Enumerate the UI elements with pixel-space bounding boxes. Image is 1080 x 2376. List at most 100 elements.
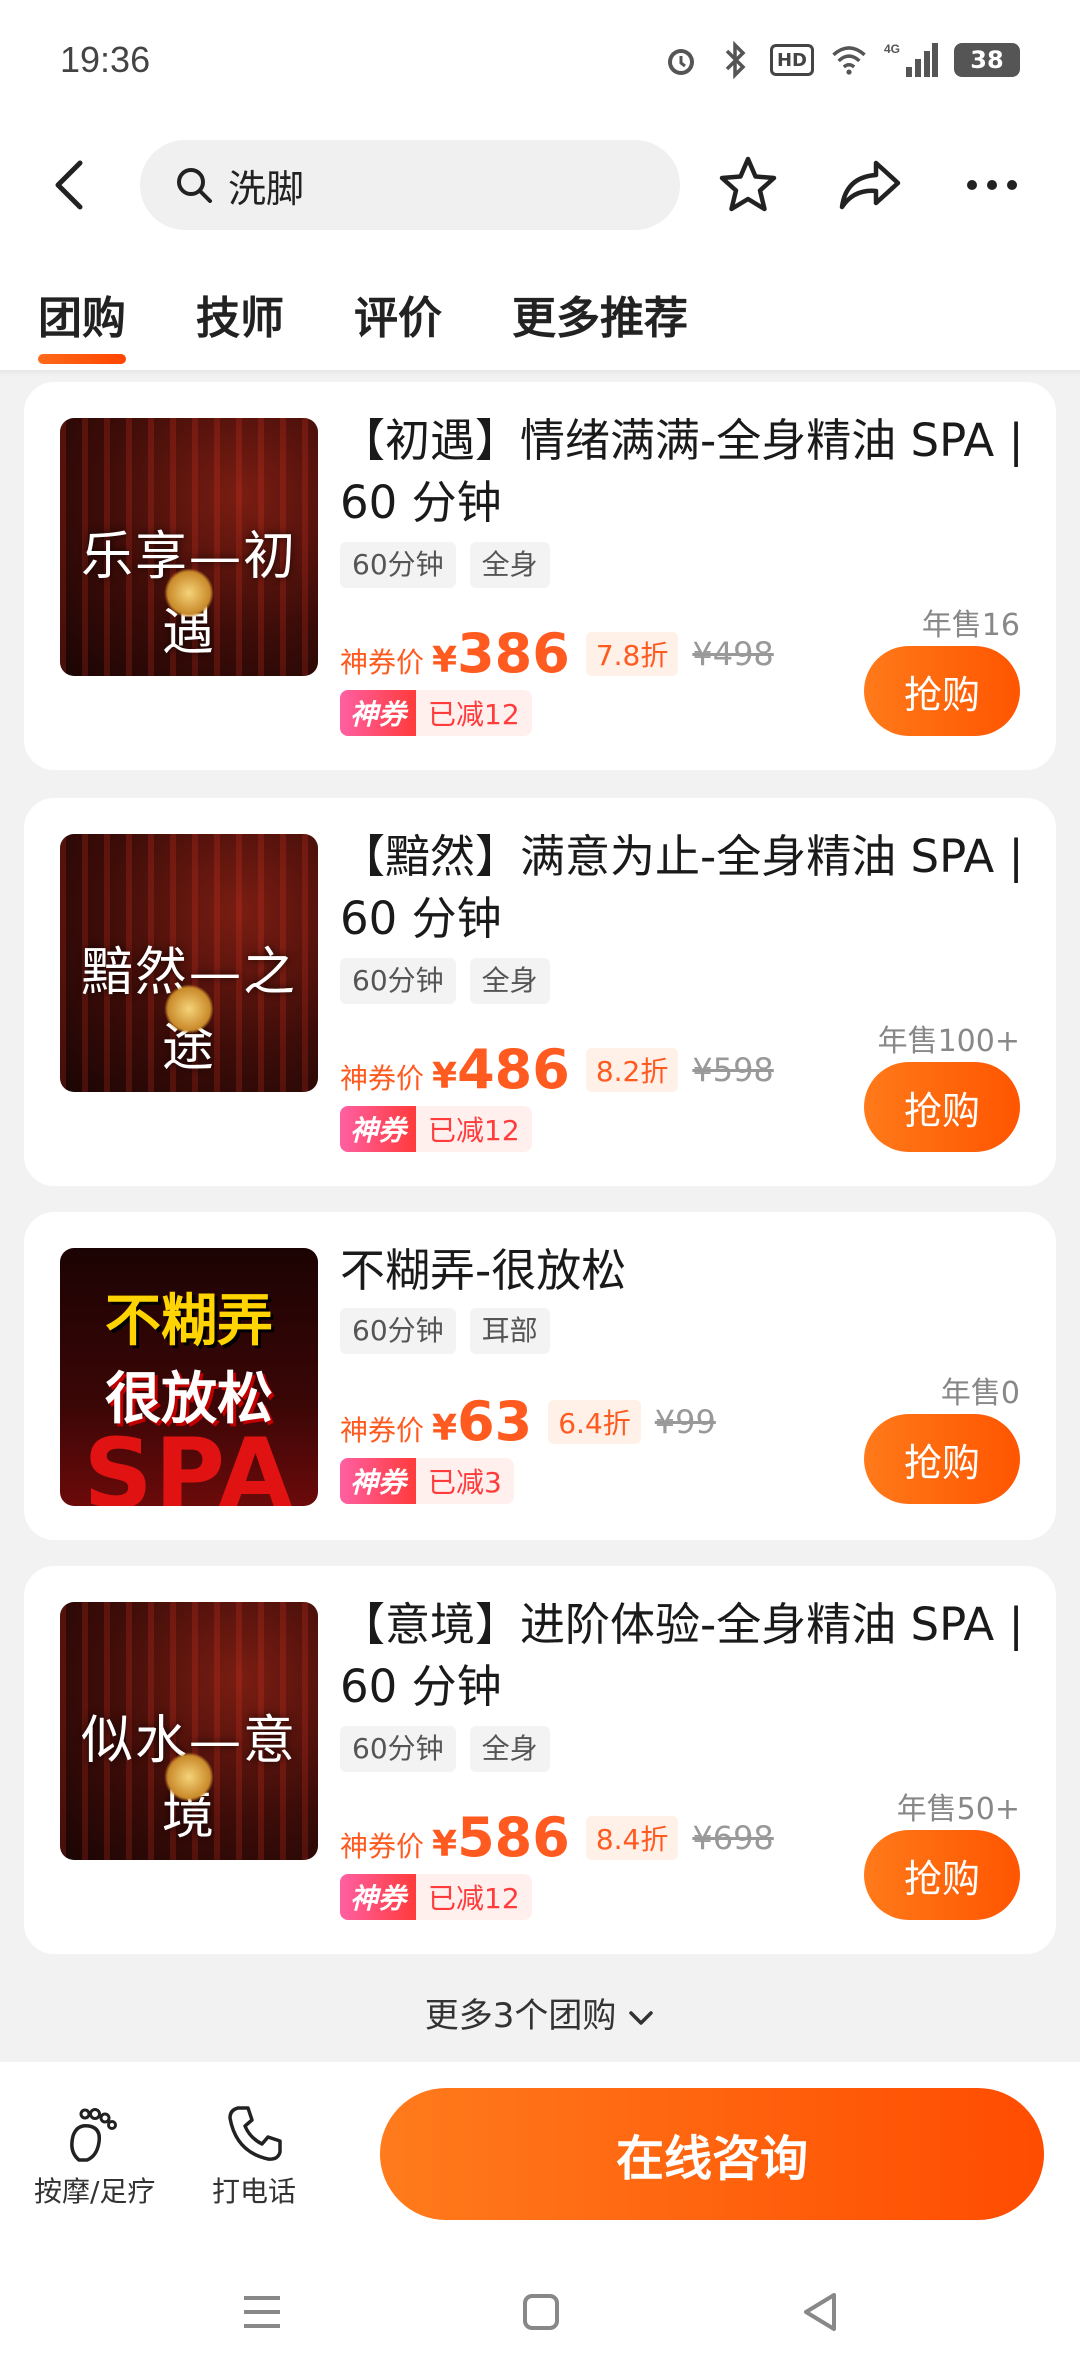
discount-badge: 6.4折 <box>548 1399 641 1444</box>
coupon-savings: 已减3 <box>416 1458 514 1504</box>
discount-badge: 8.2折 <box>585 1047 679 1092</box>
tab-group-buy[interactable]: 团购 <box>38 282 126 364</box>
status-bar: 19:36 HD 4G 38 <box>0 0 1080 120</box>
home-icon[interactable] <box>522 2293 560 2335</box>
back-button[interactable] <box>30 145 110 225</box>
coupon-row: 神券 已减3 <box>340 1458 514 1504</box>
call-button[interactable]: 打电话 <box>212 2102 296 2210</box>
category-button[interactable]: 按摩/足疗 <box>34 2102 155 2210</box>
coupon-badge: 神券 <box>340 1874 417 1920</box>
original-price: ¥598 <box>692 1050 774 1089</box>
coupon-row: 神券 已减12 <box>340 1106 532 1152</box>
price-currency: ¥ <box>432 1056 458 1097</box>
annual-sales: 年售16 <box>921 608 1020 643</box>
annual-sales: 年售0 <box>940 1376 1020 1411</box>
discount-badge: 7.8折 <box>585 631 679 676</box>
tab-more-recommendations[interactable]: 更多推荐 <box>512 282 688 346</box>
more-deals-link[interactable]: 更多3个团购 <box>0 1988 1080 2037</box>
annual-sales: 年售50+ <box>896 1792 1020 1827</box>
coupon-savings: 已减12 <box>416 1106 532 1152</box>
tag-body-part: 全身 <box>469 958 550 1004</box>
deal-thumbnail[interactable]: 不糊弄 很放松 SPA <box>60 1248 318 1506</box>
tabs-divider <box>0 370 1080 376</box>
price-row: 神券价 ¥ 386 7.8折 ¥498 <box>340 622 774 685</box>
price-row: 神券价 ¥ 586 8.4折 ¥698 <box>340 1806 774 1869</box>
deal-thumbnail[interactable]: 乐享—初遇 <box>60 418 318 676</box>
price-label: 神券价 <box>340 1414 425 1447</box>
deal-thumbnail[interactable]: 似水—意境 <box>60 1602 318 1860</box>
tag-body-part: 全身 <box>469 542 550 588</box>
buy-button[interactable]: 抢购 <box>864 1062 1020 1152</box>
thumbnail-text-line-3: SPA <box>83 1418 295 1506</box>
back-arrow-icon <box>55 160 83 210</box>
system-navigation-bar <box>0 2252 1080 2376</box>
deal-title[interactable]: 【初遇】情绪满满-全身精油 SPA | 60 分钟 <box>340 410 1030 534</box>
star-icon <box>719 156 777 212</box>
more-dots-icon <box>967 180 1017 190</box>
discount-badge: 8.4折 <box>585 1815 679 1860</box>
deal-title[interactable]: 不糊弄-很放松 <box>340 1240 1030 1302</box>
status-time: 19:36 <box>60 39 151 80</box>
price-value: 386 <box>457 622 570 685</box>
price-row: 神券价 ¥ 486 8.2折 ¥598 <box>340 1038 774 1101</box>
menu-icon[interactable] <box>242 2294 282 2334</box>
category-label: 按摩/足疗 <box>34 2175 156 2208</box>
section-tabs: 团购 技师 评价 更多推荐 <box>0 250 1080 370</box>
chevron-down-icon <box>629 2010 653 2025</box>
share-icon <box>839 160 901 210</box>
thumbnail-text-line-1: 不糊弄 <box>105 1289 273 1354</box>
price-value: 586 <box>457 1806 570 1869</box>
buy-button[interactable]: 抢购 <box>864 1830 1020 1920</box>
coupon-row: 神券 已减12 <box>340 1874 532 1920</box>
price-currency: ¥ <box>432 640 458 681</box>
search-icon <box>177 168 212 203</box>
price-label: 神券价 <box>340 1830 425 1863</box>
search-input[interactable]: 洗脚 <box>140 140 680 230</box>
deal-card[interactable]: 不糊弄 很放松 SPA 不糊弄-很放松 60分钟 耳部 神券价 ¥ 63 6.4… <box>24 1212 1056 1540</box>
deal-card[interactable]: 黯然—之途 【黯然】满意为止-全身精油 SPA | 60 分钟 60分钟 全身 … <box>24 798 1056 1186</box>
deal-title[interactable]: 【意境】进阶体验-全身精油 SPA | 60 分钟 <box>340 1594 1030 1718</box>
deal-card[interactable]: 乐享—初遇 【初遇】情绪满满-全身精油 SPA | 60 分钟 60分钟 全身 … <box>24 382 1056 770</box>
flower-decoration <box>164 984 214 1034</box>
tab-technicians[interactable]: 技师 <box>196 282 284 346</box>
original-price: ¥99 <box>654 1402 716 1441</box>
top-nav: 洗脚 <box>0 120 1080 250</box>
coupon-row: 神券 已减12 <box>340 690 532 736</box>
tag-duration: 60分钟 <box>340 1726 456 1772</box>
coupon-savings: 已减12 <box>416 1874 532 1920</box>
phone-icon <box>228 2106 282 2161</box>
more-options-button[interactable] <box>954 147 1030 223</box>
annual-sales: 年售100+ <box>877 1024 1020 1059</box>
original-price: ¥498 <box>692 634 774 673</box>
flower-decoration <box>164 568 214 618</box>
more-deals-label: 更多3个团购 <box>424 1996 617 2036</box>
buy-button[interactable]: 抢购 <box>864 646 1020 736</box>
tab-reviews[interactable]: 评价 <box>354 282 442 346</box>
deal-tags: 60分钟 全身 <box>340 958 550 1004</box>
share-button[interactable] <box>832 147 908 223</box>
tag-body-part: 耳部 <box>469 1308 550 1354</box>
price-row: 神券价 ¥ 63 6.4折 ¥99 <box>340 1390 716 1453</box>
hd-badge: HD <box>769 44 814 76</box>
search-query: 洗脚 <box>228 166 305 211</box>
nav-actions <box>710 147 1050 223</box>
deal-thumbnail[interactable]: 黯然—之途 <box>60 834 318 1092</box>
deal-tags: 60分钟 全身 <box>340 542 550 588</box>
flower-decoration <box>164 1752 214 1802</box>
price-currency: ¥ <box>432 1824 458 1865</box>
battery-indicator: 38 <box>954 43 1020 77</box>
buy-button[interactable]: 抢购 <box>864 1414 1020 1504</box>
wifi-icon <box>830 41 868 79</box>
status-icons: HD 4G 38 <box>662 41 1020 79</box>
favorite-button[interactable] <box>710 147 786 223</box>
back-triangle-icon[interactable] <box>800 2291 838 2337</box>
original-price: ¥698 <box>692 1818 774 1857</box>
online-consult-button[interactable]: 在线咨询 <box>380 2088 1044 2220</box>
deal-card[interactable]: 似水—意境 【意境】进阶体验-全身精油 SPA | 60 分钟 60分钟 全身 … <box>24 1566 1056 1954</box>
price-value: 486 <box>457 1038 570 1101</box>
bluetooth-icon <box>716 41 754 79</box>
deal-title[interactable]: 【黯然】满意为止-全身精油 SPA | 60 分钟 <box>340 826 1030 950</box>
tag-duration: 60分钟 <box>340 542 456 588</box>
price-value: 63 <box>457 1390 533 1453</box>
price-currency: ¥ <box>432 1408 458 1449</box>
